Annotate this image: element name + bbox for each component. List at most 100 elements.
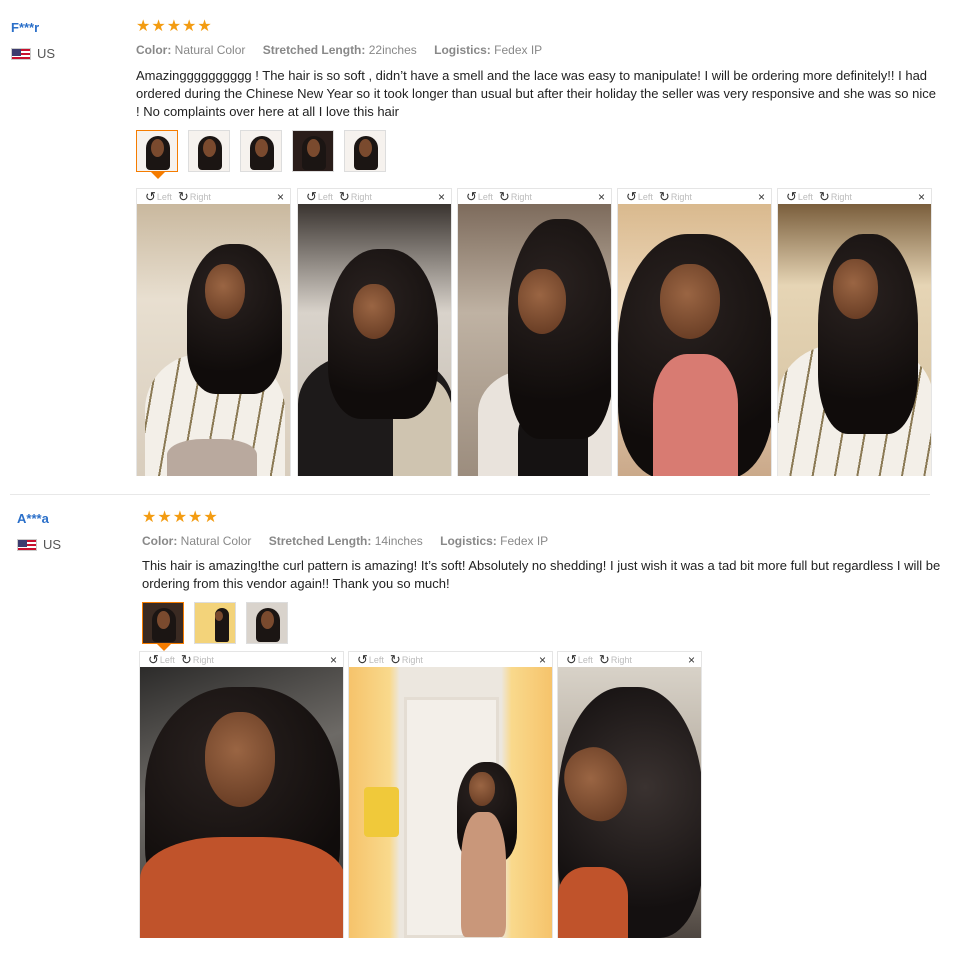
attr-key: Color: <box>136 43 172 57</box>
attr-value: Fedex IP <box>494 43 543 57</box>
rotate-left-label: Left <box>797 191 813 202</box>
photo-viewer: ↺ Left ↻ Right × <box>777 188 932 476</box>
thumbnail[interactable] <box>240 130 282 172</box>
rotate-right-button[interactable]: ↻ Right <box>178 190 211 203</box>
close-icon[interactable]: × <box>438 190 445 204</box>
photo-viewer: ↺ Left ↻ Right × <box>297 188 452 476</box>
rotate-right-icon: ↻ <box>818 188 830 204</box>
attr-key: Logistics: <box>440 534 497 548</box>
rotate-right-label: Right <box>192 654 214 665</box>
rotate-left-button[interactable]: ↺ Left <box>145 188 172 204</box>
star-icon: ★ <box>197 18 212 35</box>
rotate-right-button[interactable]: ↻ Right <box>180 651 214 667</box>
rotate-left-icon: ↺ <box>566 651 577 667</box>
photo-viewer: ↺ Left ↻ Right × <box>139 651 344 938</box>
thumbnail[interactable] <box>136 130 178 172</box>
country-label: US <box>37 46 56 61</box>
review-text: This hair is amazing!the curl pattern is… <box>142 558 941 591</box>
close-icon[interactable]: × <box>277 190 284 204</box>
photo-viewer: ↺ Left ↻ Right × <box>348 651 553 938</box>
close-icon[interactable]: × <box>330 653 337 667</box>
rotate-left-label: Left <box>156 191 172 202</box>
rotate-left-icon: ↺ <box>786 188 797 204</box>
photo-toolbar: ↺ Left ↻ Right × <box>349 652 552 668</box>
active-thumb-indicator <box>157 644 171 651</box>
rotate-right-button[interactable]: ↻ Right <box>599 653 632 666</box>
photo-viewer: ↺ Left ↻ Right × <box>557 651 702 938</box>
reviewer-name: A***a <box>17 511 49 526</box>
review-photo[interactable] <box>618 204 771 476</box>
sku-attributes: Color: Natural Color Stretched Length: 1… <box>142 534 562 548</box>
star-icon: ★ <box>142 509 157 526</box>
photo-toolbar: ↺ Left ↻ Right × <box>778 188 931 205</box>
rotate-right-icon: ↻ <box>498 188 510 204</box>
thumbnail-strip <box>136 130 386 172</box>
rotate-right-label: Right <box>401 654 423 665</box>
rotate-left-button[interactable]: ↺ Left <box>786 188 813 204</box>
star-icon: ★ <box>136 18 151 35</box>
star-icon: ★ <box>166 18 182 35</box>
rotate-right-button[interactable]: ↻ Right <box>390 653 423 666</box>
review-photo[interactable] <box>778 204 931 476</box>
rotate-right-button[interactable]: ↻ Right <box>498 188 532 204</box>
rotate-right-icon: ↻ <box>180 651 192 667</box>
review-photo[interactable] <box>458 204 611 476</box>
rotate-right-label: Right <box>350 191 372 202</box>
active-thumb-indicator <box>151 172 165 179</box>
review-photo[interactable] <box>349 667 552 938</box>
rotate-left-button[interactable]: ↺ Left <box>148 651 175 667</box>
review-photo[interactable] <box>298 204 451 476</box>
thumbnail[interactable] <box>194 602 236 644</box>
close-icon[interactable]: × <box>539 653 546 667</box>
thumbnail[interactable] <box>142 602 184 644</box>
close-icon[interactable]: × <box>758 190 765 204</box>
rotate-right-label: Right <box>670 191 692 202</box>
photo-toolbar: ↺ Left ↻ Right × <box>458 188 611 205</box>
thumbnail[interactable] <box>188 130 230 172</box>
review-photo[interactable] <box>137 204 290 476</box>
us-flag-icon <box>11 47 31 60</box>
star-icon: ★ <box>203 509 218 526</box>
attr-value: Fedex IP <box>500 534 549 548</box>
rotate-right-button[interactable]: ↻ Right <box>338 188 372 204</box>
attr-key: Stretched Length: <box>268 534 372 548</box>
review-photo[interactable] <box>558 667 701 938</box>
photo-viewer: ↺ Left ↻ Right × <box>457 188 612 476</box>
attr-value: Natural Color <box>180 534 252 548</box>
star-icon: ★ <box>157 509 172 526</box>
review-text: Amazingggggggggg ! The hair is so soft ,… <box>136 68 936 119</box>
rotate-left-button[interactable]: ↺ Left <box>626 188 653 204</box>
photo-viewer: ↺ Left ↻ Right × <box>136 188 291 476</box>
close-icon[interactable]: × <box>918 190 925 204</box>
rotate-left-label: Left <box>577 654 593 665</box>
rotate-left-button[interactable]: ↺ Left <box>306 190 333 203</box>
rotate-left-icon: ↺ <box>145 188 156 204</box>
rotate-right-label: Right <box>830 191 852 202</box>
review-photo[interactable] <box>140 667 343 938</box>
rotate-left-button[interactable]: ↺ Left <box>357 653 384 666</box>
rotate-right-icon: ↻ <box>338 188 350 204</box>
rotate-right-button[interactable]: ↻ Right <box>818 188 852 204</box>
us-flag-icon <box>17 538 37 551</box>
rotate-left-icon: ↺ <box>626 188 637 204</box>
rotate-right-button[interactable]: ↻ Right <box>659 190 692 203</box>
rotate-right-label: Right <box>510 191 532 202</box>
photo-toolbar: ↺ Left ↻ Right × <box>558 651 701 668</box>
reviewer-name: F***r <box>11 20 40 35</box>
close-icon[interactable]: × <box>598 190 605 204</box>
star-icon: ★ <box>151 18 166 35</box>
star-rating: ★ ★ ★ ★ ★ <box>142 510 218 526</box>
attr-value: 14inches <box>374 534 423 548</box>
star-rating: ★ ★ ★ ★ ★ <box>136 19 212 35</box>
thumbnail[interactable] <box>344 130 386 172</box>
rotate-left-icon: ↺ <box>148 651 159 667</box>
photo-toolbar: ↺ Left ↻ Right × <box>140 651 343 668</box>
star-icon: ★ <box>188 509 203 526</box>
thumbnail[interactable] <box>292 130 334 172</box>
thumbnail-strip <box>142 602 288 644</box>
rotate-left-button[interactable]: ↺ Left <box>566 651 593 667</box>
rotate-left-button[interactable]: ↺ Left <box>466 190 493 203</box>
close-icon[interactable]: × <box>688 653 695 667</box>
attr-value: Natural Color <box>174 43 246 57</box>
thumbnail[interactable] <box>246 602 288 644</box>
